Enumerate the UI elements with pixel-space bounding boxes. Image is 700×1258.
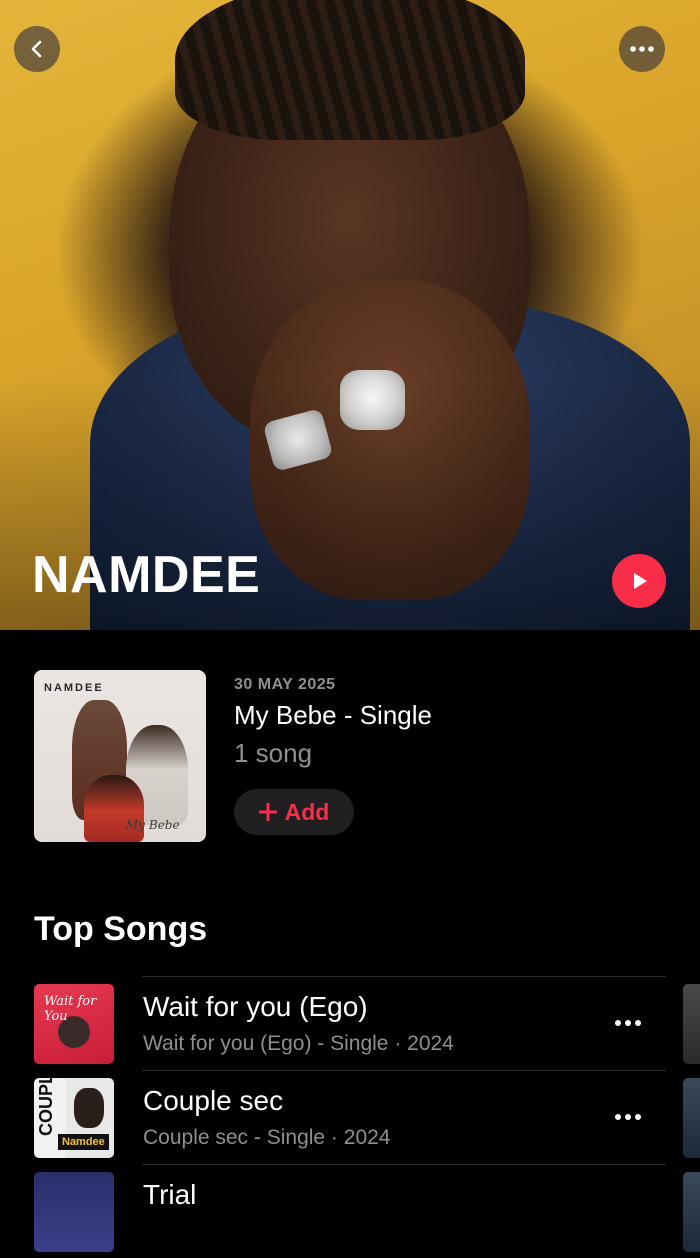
hero-vignette [0, 0, 700, 630]
next-column-artwork[interactable] [683, 984, 700, 1064]
song-more-button[interactable] [604, 1100, 652, 1134]
song-subtitle: Wait for you (Ego) - Single · 2024 [143, 1032, 454, 1055]
release-date: 30 MAY 2025 [234, 676, 336, 693]
top-songs-title[interactable]: Top Songs [34, 910, 207, 949]
song-title: Wait for you (Ego) [143, 991, 368, 1022]
ellipsis-icon [615, 1114, 641, 1120]
release-song-count: 1 song [234, 738, 313, 768]
row-divider [142, 1164, 666, 1165]
song-artwork: COUPLE Namdee [34, 1078, 114, 1158]
song-artwork: Wait for You [34, 984, 114, 1064]
song-row[interactable]: COUPLE Namdee Couple sec Couple sec - Si… [0, 1070, 700, 1164]
play-icon [634, 573, 647, 589]
chevron-left-icon [31, 40, 42, 58]
add-button[interactable]: Add [234, 789, 354, 835]
song-title: Trial [143, 1179, 197, 1210]
artwork-label: NAMDEE [44, 682, 104, 694]
artwork-face [74, 1088, 104, 1128]
song-title: Couple sec [143, 1085, 284, 1116]
latest-release[interactable]: NAMDEE My Bebe 30 MAY 2025 My Bebe - Sin… [34, 670, 674, 845]
ellipsis-icon [630, 46, 654, 52]
artwork-text: Wait for You [44, 994, 97, 1024]
ellipsis-icon [615, 1020, 641, 1026]
artist-name: NAMDEE [32, 546, 261, 604]
song-more-button[interactable] [604, 1006, 652, 1040]
add-label: Add [284, 798, 330, 825]
next-column-artwork[interactable] [683, 1078, 700, 1158]
artist-hero-image [0, 0, 700, 630]
release-title[interactable]: My Bebe - Single [234, 700, 432, 731]
song-row[interactable]: Wait for You Wait for you (Ego) Wait for… [0, 976, 700, 1070]
artwork-text: COUPLE [36, 1078, 56, 1136]
song-subtitle: Couple sec - Single · 2024 [143, 1126, 391, 1149]
artwork-name: Namdee [58, 1134, 109, 1150]
next-column-artwork[interactable] [683, 1172, 700, 1252]
song-artwork [34, 1172, 114, 1252]
artwork-signature: My Bebe [126, 818, 180, 832]
song-row[interactable]: Trial [0, 1164, 700, 1258]
plus-icon [258, 803, 277, 821]
row-divider [142, 1070, 666, 1071]
back-button[interactable] [14, 26, 60, 72]
more-options-button[interactable] [619, 26, 665, 72]
play-button[interactable] [612, 554, 666, 608]
release-artwork[interactable]: NAMDEE My Bebe [34, 670, 206, 842]
row-divider [142, 976, 666, 977]
